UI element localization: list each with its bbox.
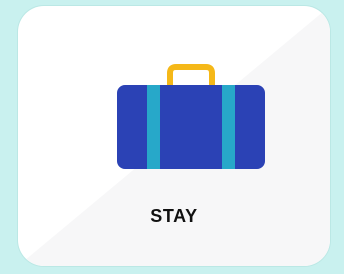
card-label: STAY [150, 206, 198, 226]
suitcase-icon [117, 63, 265, 169]
stay-category-card[interactable]: STAY [18, 6, 330, 266]
